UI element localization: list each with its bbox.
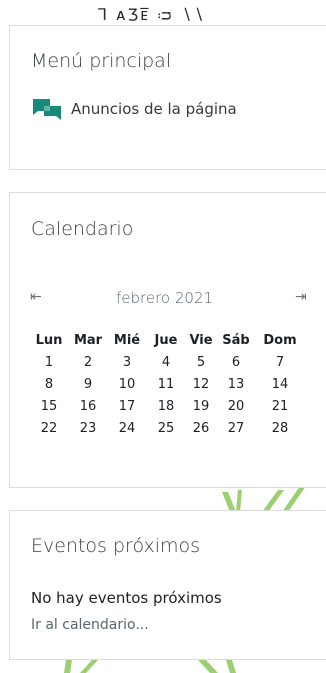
calendar-day[interactable]: 4 <box>147 351 185 373</box>
weekday-header-row: Lun Mar Mié Jue Vie Sáb Dom <box>29 329 305 351</box>
calendar-day[interactable]: 1 <box>29 351 69 373</box>
chat-icon <box>33 99 61 120</box>
calendar-grid: Lun Mar Mié Jue Vie Sáb Dom 1 2 3 4 5 6 … <box>29 329 305 439</box>
calendar-day[interactable]: 11 <box>147 373 185 395</box>
calendar-day[interactable]: 10 <box>107 373 147 395</box>
calendar-week-row: 8 9 10 11 12 13 14 <box>29 373 305 395</box>
calendar-day[interactable]: 15 <box>29 395 69 417</box>
calendar-day[interactable]: 26 <box>185 417 217 439</box>
menu-item-label: Anuncios de la página <box>71 100 237 118</box>
calendar-day-weekend[interactable]: 20 <box>217 395 255 417</box>
calendar-day-weekend[interactable]: 6 <box>217 351 255 373</box>
menu-item-announcements[interactable]: Anuncios de la página <box>32 98 237 120</box>
prev-month-icon[interactable]: ⇤ <box>30 289 42 305</box>
upcoming-events-block: Eventos próximos No hay eventos próximos… <box>9 510 326 660</box>
calendar-day[interactable]: 24 <box>107 417 147 439</box>
calendar-day-weekend[interactable]: 28 <box>255 417 305 439</box>
weekday-label: Jue <box>154 332 178 348</box>
calendar-day[interactable]: 23 <box>69 417 107 439</box>
weekday-label: Dom <box>263 332 297 348</box>
go-to-calendar-link[interactable]: Ir al calendario... <box>31 617 149 633</box>
calendar-day-today[interactable]: 22 <box>29 417 69 439</box>
calendar-day[interactable]: 16 <box>69 395 107 417</box>
calendar-day[interactable]: 9 <box>69 373 107 395</box>
calendar-day-weekend[interactable]: 27 <box>217 417 255 439</box>
calendar-week-row: 15 16 17 18 19 20 21 <box>29 395 305 417</box>
calendar-day[interactable]: 2 <box>69 351 107 373</box>
calendar-day-weekend[interactable]: 21 <box>255 395 305 417</box>
calendar-navigation: ⇤ febrero 2021 ⇥ <box>10 289 326 309</box>
main-menu-block: Menú principal Anuncios de la página <box>9 25 326 170</box>
weekday-label: Mar <box>73 332 103 348</box>
weekday-label: Sáb <box>222 332 250 348</box>
calendar-day[interactable]: 25 <box>147 417 185 439</box>
upcoming-events-title: Eventos próximos <box>31 535 201 557</box>
calendar-day[interactable]: 18 <box>147 395 185 417</box>
calendar-day[interactable]: 8 <box>29 373 69 395</box>
calendar-day-weekend[interactable]: 14 <box>255 373 305 395</box>
calendar-title: Calendario <box>31 218 134 240</box>
calendar-week-row: 22 23 24 25 26 27 28 <box>29 417 305 439</box>
calendar-day[interactable]: 12 <box>185 373 217 395</box>
calendar-day[interactable]: 5 <box>185 351 217 373</box>
calendar-day[interactable]: 17 <box>107 395 147 417</box>
next-month-icon[interactable]: ⇥ <box>295 289 307 305</box>
calendar-day-weekend[interactable]: 13 <box>217 373 255 395</box>
calendar-day-weekend[interactable]: 7 <box>255 351 305 373</box>
calendar-day[interactable]: 19 <box>185 395 217 417</box>
calendar-block: Calendario ⇤ febrero 2021 ⇥ Lun Mar Mié … <box>9 192 326 488</box>
weekday-label: Vie <box>189 332 213 348</box>
calendar-week-row: 1 2 3 4 5 6 7 <box>29 351 305 373</box>
calendar-day[interactable]: 3 <box>107 351 147 373</box>
main-menu-title: Menú principal <box>31 50 172 72</box>
top-header-fragment: ⅂ ᴀӠᴇ̅ ᴞ ∖∖ <box>98 5 206 24</box>
weekday-label: Lun <box>35 332 63 348</box>
calendar-month-label: febrero 2021 <box>116 289 214 307</box>
no-events-message: No hay eventos próximos <box>31 589 222 607</box>
weekday-label: Mié <box>113 332 141 348</box>
